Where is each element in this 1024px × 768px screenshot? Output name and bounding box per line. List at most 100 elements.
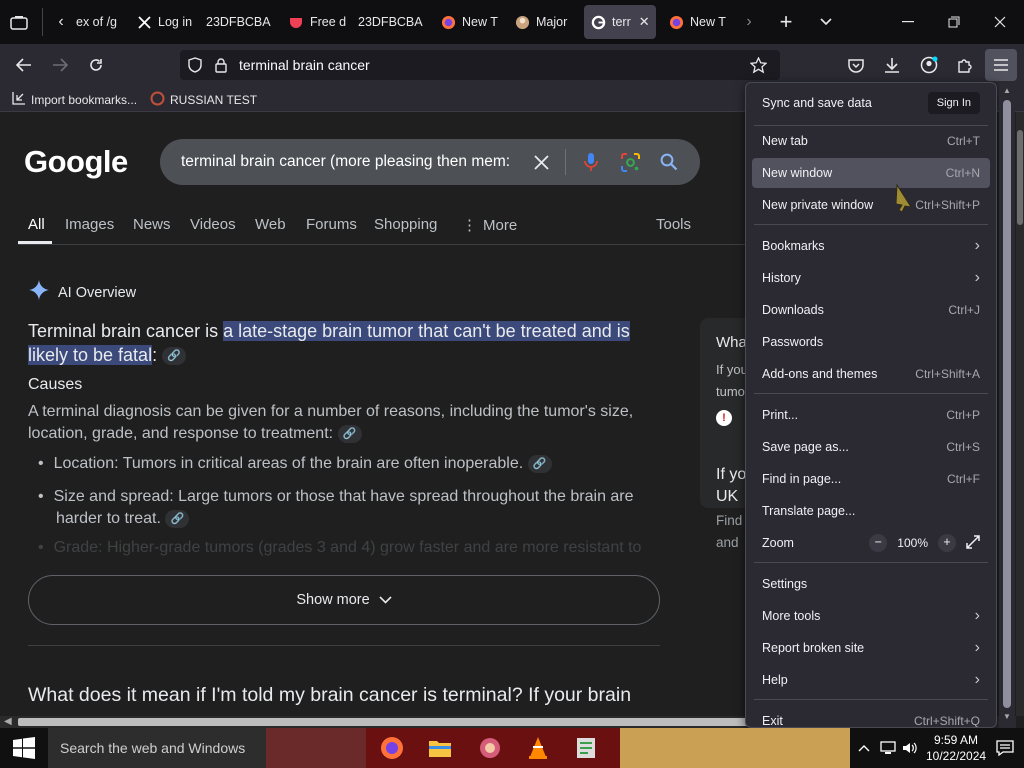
related-question[interactable]: What does it mean if I'm told my brain c… bbox=[28, 684, 728, 707]
scrollbar-thumb[interactable] bbox=[18, 718, 748, 726]
scrollbar-thumb[interactable] bbox=[1003, 100, 1011, 708]
notepad-app-icon[interactable] bbox=[572, 734, 600, 762]
tray-clock[interactable]: 9:59 AM 10/22/2024 bbox=[926, 732, 986, 764]
results-tab-videos[interactable]: Videos bbox=[190, 216, 236, 233]
google-search-box[interactable]: terminal brain cancer (more pleasing the… bbox=[160, 139, 700, 185]
taskbar-search-box[interactable]: Search the web and Windows bbox=[48, 728, 266, 768]
sync-header[interactable]: Sync and save data Sign In bbox=[752, 87, 990, 119]
list-tabs-chevron-icon[interactable] bbox=[814, 10, 838, 34]
forward-arrow-icon[interactable] bbox=[48, 53, 72, 77]
scroll-down-arrow-icon[interactable]: ▼ bbox=[1003, 712, 1011, 721]
tab-3[interactable]: 23DFBCBA bbox=[200, 5, 274, 39]
url-text[interactable]: terminal brain cancer bbox=[239, 57, 370, 73]
results-tab-shopping[interactable]: Shopping bbox=[374, 216, 437, 233]
close-window-icon[interactable] bbox=[988, 10, 1012, 34]
menu-item-new-tab[interactable]: New tab Ctrl+T bbox=[752, 126, 990, 156]
voice-search-mic-icon[interactable] bbox=[580, 150, 602, 174]
windows-start-icon[interactable] bbox=[10, 736, 38, 760]
firefox-taskbar-icon[interactable] bbox=[378, 734, 406, 762]
bookmark-import[interactable]: Import bookmarks... bbox=[12, 91, 137, 108]
minimize-icon[interactable] bbox=[896, 10, 920, 34]
menu-item-addons[interactable]: Add-ons and themes Ctrl+Shift+A bbox=[752, 359, 990, 389]
tab-2[interactable]: Log in bbox=[130, 5, 196, 39]
google-search-input[interactable]: terminal brain cancer (more pleasing the… bbox=[181, 153, 521, 171]
restore-icon[interactable] bbox=[942, 10, 966, 34]
google-search-icon[interactable] bbox=[658, 151, 680, 173]
google-lens-icon[interactable] bbox=[619, 151, 641, 173]
results-tab-news[interactable]: News bbox=[133, 216, 171, 233]
lock-icon[interactable] bbox=[212, 56, 230, 74]
link-icon[interactable]: 🔗 bbox=[165, 509, 190, 528]
google-logo[interactable]: Google bbox=[24, 144, 128, 180]
menu-item-settings[interactable]: Settings bbox=[752, 569, 990, 599]
results-tab-web[interactable]: Web bbox=[255, 216, 286, 233]
menu-item-bookmarks[interactable]: Bookmarks › bbox=[752, 231, 990, 261]
shield-icon[interactable] bbox=[186, 56, 204, 74]
tab-4[interactable]: Free d bbox=[282, 5, 346, 39]
link-icon[interactable]: 🔗 bbox=[527, 455, 552, 473]
menu-item-help[interactable]: Help › bbox=[752, 665, 990, 695]
sign-in-button[interactable]: Sign In bbox=[927, 92, 980, 114]
menu-item-passwords[interactable]: Passwords bbox=[752, 327, 990, 357]
scroll-up-arrow-icon[interactable]: ▲ bbox=[1003, 86, 1011, 95]
fullscreen-icon[interactable] bbox=[966, 534, 980, 552]
firefox-view-icon[interactable] bbox=[8, 12, 30, 34]
menu-scrollbar[interactable]: ▲ ▼ bbox=[999, 82, 1015, 728]
side-card-2-title[interactable]: If yo UK bbox=[716, 464, 746, 508]
tab-6[interactable]: New T bbox=[434, 5, 502, 39]
clear-search-icon[interactable] bbox=[530, 151, 552, 173]
tools-button[interactable]: Tools bbox=[656, 216, 691, 233]
menu-item-downloads[interactable]: Downloads Ctrl+J bbox=[752, 295, 990, 325]
back-arrow-icon[interactable] bbox=[12, 53, 36, 77]
menu-item-report-broken-site[interactable]: Report broken site › bbox=[752, 633, 990, 663]
zoom-out-button[interactable]: − bbox=[869, 534, 888, 552]
tabs-scroll-right-icon[interactable]: › bbox=[740, 12, 758, 32]
action-center-icon[interactable] bbox=[994, 738, 1016, 758]
tray-expand-chevron-icon[interactable] bbox=[856, 739, 872, 757]
link-icon[interactable]: 🔗 bbox=[337, 424, 362, 443]
vertical-scrollbar[interactable] bbox=[1016, 112, 1024, 716]
pocket-save-icon[interactable] bbox=[844, 53, 868, 77]
reload-icon[interactable] bbox=[84, 53, 108, 77]
tab-1[interactable]: ex of /g bbox=[70, 5, 128, 39]
menu-label: Add-ons and themes bbox=[762, 367, 878, 381]
menu-item-find-in-page[interactable]: Find in page... Ctrl+F bbox=[752, 464, 990, 494]
photos-app-icon[interactable] bbox=[476, 734, 504, 762]
extensions-icon[interactable] bbox=[953, 53, 977, 77]
menu-item-save-page[interactable]: Save page as... Ctrl+S bbox=[752, 432, 990, 462]
menu-item-new-private-window[interactable]: New private window Ctrl+Shift+P bbox=[752, 190, 990, 220]
scrollbar-thumb[interactable] bbox=[1017, 130, 1023, 225]
network-icon[interactable] bbox=[878, 739, 898, 757]
app-menu-hamburger-icon[interactable] bbox=[985, 49, 1017, 81]
show-more-button[interactable]: Show more bbox=[28, 575, 660, 625]
menu-item-print[interactable]: Print... Ctrl+P bbox=[752, 400, 990, 430]
account-icon[interactable] bbox=[917, 53, 941, 77]
tab-7[interactable]: Major bbox=[508, 5, 574, 39]
results-tab-images[interactable]: Images bbox=[65, 216, 114, 233]
tab-5[interactable]: 23DFBCBA bbox=[352, 5, 426, 39]
new-tab-icon[interactable]: + bbox=[774, 9, 798, 34]
menu-item-translate[interactable]: Translate page... bbox=[752, 496, 990, 526]
menu-item-history[interactable]: History › bbox=[752, 263, 990, 293]
results-tab-forums[interactable]: Forums bbox=[306, 216, 357, 233]
file-explorer-icon[interactable] bbox=[426, 734, 454, 762]
link-icon[interactable]: 🔗 bbox=[162, 347, 187, 366]
zoom-level[interactable]: 100% bbox=[897, 536, 928, 550]
menu-item-more-tools[interactable]: More tools › bbox=[752, 601, 990, 631]
menu-item-exit[interactable]: Exit Ctrl+Shift+Q bbox=[752, 706, 990, 727]
menu-item-new-window[interactable]: New window Ctrl+N bbox=[752, 158, 990, 188]
close-tab-icon[interactable]: ✕ bbox=[639, 14, 650, 30]
downloads-icon[interactable] bbox=[880, 53, 904, 77]
zoom-in-button[interactable]: + bbox=[938, 534, 956, 552]
results-tab-all[interactable]: All bbox=[28, 216, 45, 233]
tab-9[interactable]: New T bbox=[662, 5, 728, 39]
bookmark-star-icon[interactable] bbox=[748, 55, 768, 75]
results-tab-more[interactable]: ⋮ More bbox=[462, 216, 517, 234]
scroll-left-arrow-icon[interactable]: ◀ bbox=[4, 716, 12, 727]
bookmark-russian-test[interactable]: RUSSIAN TEST bbox=[150, 91, 257, 109]
tab-8-active[interactable]: terr ✕ bbox=[584, 5, 656, 39]
tabs-scroll-left-icon[interactable]: ‹ bbox=[52, 12, 70, 32]
volume-icon[interactable] bbox=[900, 739, 920, 757]
vlc-icon[interactable] bbox=[524, 734, 552, 762]
url-bar[interactable]: terminal brain cancer bbox=[180, 50, 780, 80]
